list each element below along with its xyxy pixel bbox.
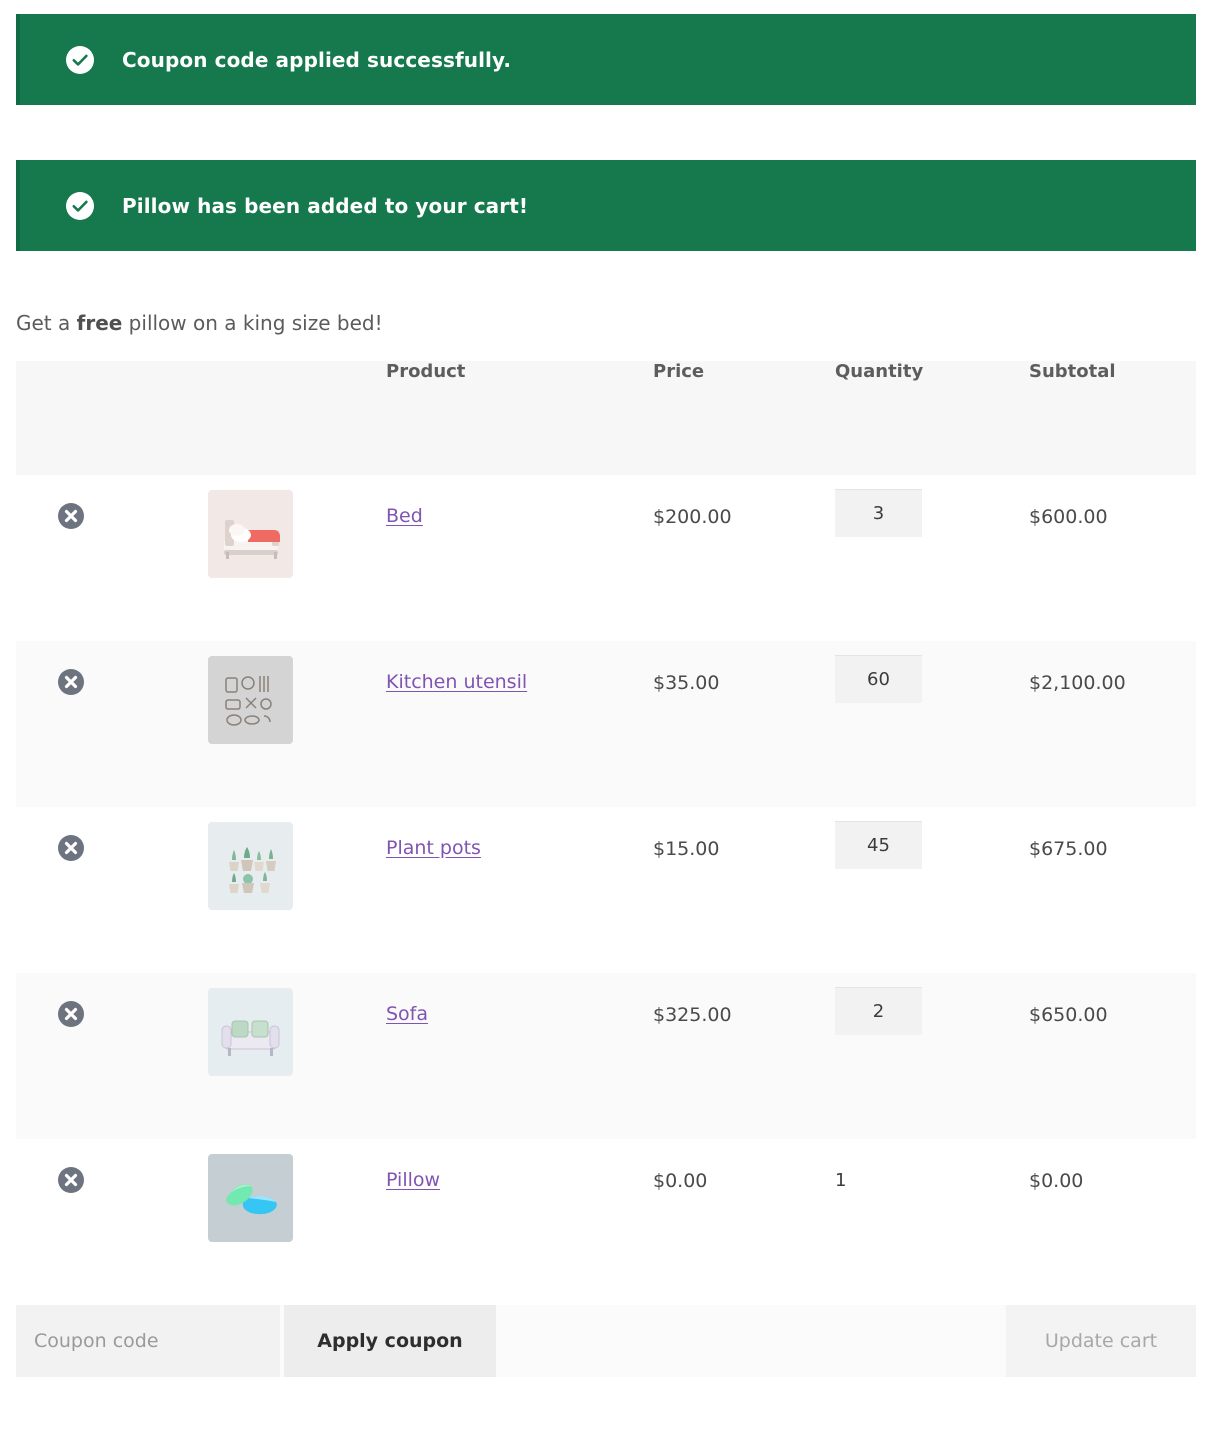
cell-remove — [16, 641, 208, 807]
table-row: Pillow $0.00 1 $0.00 — [16, 1139, 1196, 1305]
cell-thumbnail — [208, 807, 386, 973]
plant-pots-thumbnail[interactable] — [208, 822, 293, 910]
promo-suffix: pillow on a king size bed! — [122, 311, 383, 335]
cell-product: Plant pots — [386, 807, 653, 973]
product-subtotal: $2,100.00 — [1029, 672, 1126, 694]
quantity-input[interactable] — [835, 489, 922, 537]
cell-thumbnail — [208, 973, 386, 1139]
table-row: Kitchen utensil $35.00 $2,100.00 — [16, 641, 1196, 807]
cell-quantity — [835, 807, 1029, 973]
promo-prefix: Get a — [16, 311, 77, 335]
quantity-static: 1 — [835, 1170, 847, 1191]
product-link[interactable]: Kitchen utensil — [386, 671, 527, 693]
cell-remove — [16, 475, 208, 641]
notice-message: Pillow has been added to your cart! — [122, 193, 529, 218]
cell-thumbnail — [208, 475, 386, 641]
table-row: Sofa $325.00 $650.00 — [16, 973, 1196, 1139]
cart-table-body: Bed $200.00 $600.00 Kitchen utensil $35.00 $2… — [16, 475, 1196, 1305]
notice-coupon-applied: Coupon code applied successfully. — [16, 14, 1196, 105]
bed-thumbnail[interactable] — [208, 490, 293, 578]
cell-price: $15.00 — [653, 807, 835, 973]
check-circle-icon — [66, 191, 94, 220]
cell-remove — [16, 1139, 208, 1305]
cell-price: $325.00 — [653, 973, 835, 1139]
cell-subtotal: $0.00 — [1029, 1139, 1196, 1305]
cell-subtotal: $650.00 — [1029, 973, 1196, 1139]
cart-actions-bar: Apply coupon Update cart — [16, 1305, 1196, 1377]
cell-quantity — [835, 641, 1029, 807]
product-subtotal: $0.00 — [1029, 1170, 1084, 1192]
product-subtotal: $650.00 — [1029, 1004, 1108, 1026]
cell-subtotal: $2,100.00 — [1029, 641, 1196, 807]
kitchen-utensil-thumbnail[interactable] — [208, 656, 293, 744]
coupon-code-input[interactable] — [16, 1305, 280, 1377]
cell-product: Pillow — [386, 1139, 653, 1305]
notice-message: Coupon code applied successfully. — [122, 47, 512, 72]
notices-region: Coupon code applied successfully. Pillow… — [0, 14, 1212, 251]
quantity-input[interactable] — [835, 655, 922, 703]
cart-table-region: Product Price Quantity Subtotal Bed $200.… — [0, 361, 1212, 1305]
product-link[interactable]: Sofa — [386, 1003, 428, 1025]
header-thumbnail — [208, 361, 386, 475]
remove-circle-icon[interactable] — [58, 1167, 84, 1193]
quantity-input[interactable] — [835, 987, 922, 1035]
header-subtotal: Subtotal — [1029, 361, 1116, 382]
product-price: $15.00 — [653, 838, 720, 860]
product-subtotal: $675.00 — [1029, 838, 1108, 860]
sofa-thumbnail[interactable] — [208, 988, 293, 1076]
cell-product: Bed — [386, 475, 653, 641]
cell-thumbnail — [208, 641, 386, 807]
table-header-row: Product Price Quantity Subtotal — [16, 361, 1196, 475]
notice-pillow-added: Pillow has been added to your cart! — [16, 160, 1196, 251]
apply-coupon-button[interactable]: Apply coupon — [284, 1305, 496, 1377]
header-quantity: Quantity — [835, 361, 924, 382]
cell-price: $0.00 — [653, 1139, 835, 1305]
remove-circle-icon[interactable] — [58, 1001, 84, 1027]
cart-table-head: Product Price Quantity Subtotal — [16, 361, 1196, 475]
check-circle-icon — [66, 45, 94, 74]
remove-circle-icon[interactable] — [58, 669, 84, 695]
cell-product: Kitchen utensil — [386, 641, 653, 807]
product-price: $35.00 — [653, 672, 720, 694]
product-price: $0.00 — [653, 1170, 708, 1192]
pillow-thumbnail[interactable] — [208, 1154, 293, 1242]
actions-spacer — [496, 1305, 1006, 1377]
table-row: Bed $200.00 $600.00 — [16, 475, 1196, 641]
product-subtotal: $600.00 — [1029, 506, 1108, 528]
cell-quantity — [835, 475, 1029, 641]
product-link[interactable]: Pillow — [386, 1169, 440, 1191]
cell-quantity — [835, 973, 1029, 1139]
cell-subtotal: $675.00 — [1029, 807, 1196, 973]
cart-table: Product Price Quantity Subtotal Bed $200.… — [16, 361, 1196, 1305]
promo-emphasis: free — [76, 311, 123, 335]
table-row: Plant pots $15.00 $675.00 — [16, 807, 1196, 973]
product-link[interactable]: Plant pots — [386, 837, 481, 859]
cell-remove — [16, 807, 208, 973]
cell-thumbnail — [208, 1139, 386, 1305]
cell-remove — [16, 973, 208, 1139]
cell-price: $35.00 — [653, 641, 835, 807]
header-product: Product — [386, 361, 466, 382]
quantity-input[interactable] — [835, 821, 922, 869]
product-link[interactable]: Bed — [386, 505, 423, 527]
remove-circle-icon[interactable] — [58, 835, 84, 861]
header-price: Price — [653, 361, 705, 382]
promo-text: Get a free pillow on a king size bed! — [16, 313, 1212, 333]
cell-price: $200.00 — [653, 475, 835, 641]
header-remove — [16, 361, 208, 475]
remove-circle-icon[interactable] — [58, 503, 84, 529]
update-cart-button: Update cart — [1006, 1305, 1196, 1377]
cell-quantity: 1 — [835, 1139, 1029, 1305]
product-price: $200.00 — [653, 506, 732, 528]
cell-product: Sofa — [386, 973, 653, 1139]
cell-subtotal: $600.00 — [1029, 475, 1196, 641]
product-price: $325.00 — [653, 1004, 732, 1026]
